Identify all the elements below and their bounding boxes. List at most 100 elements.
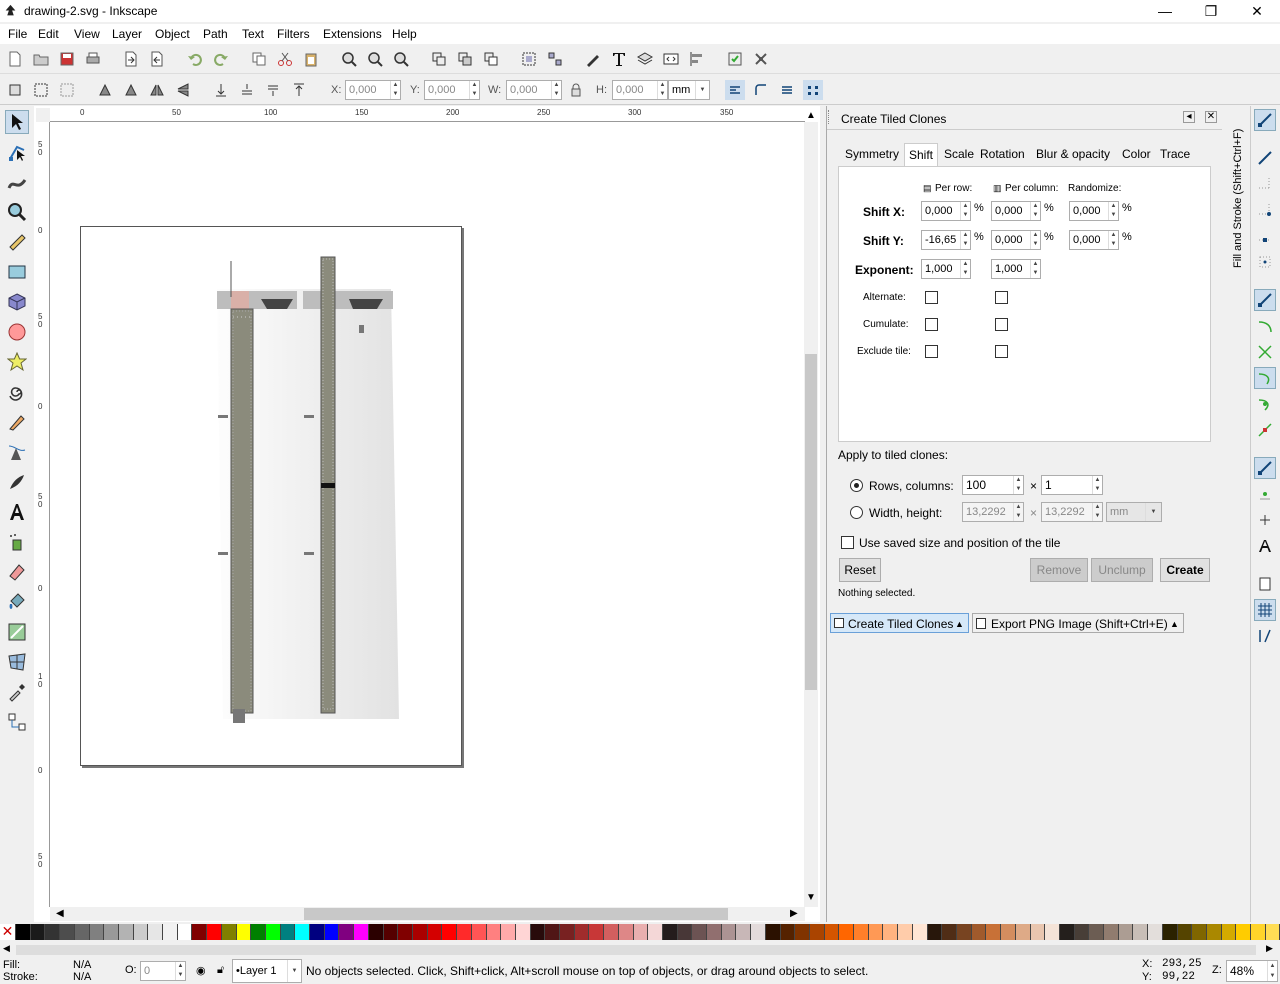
color-swatch[interactable]	[280, 924, 296, 940]
tweak-tool-icon[interactable]	[5, 170, 29, 194]
color-swatch[interactable]	[457, 924, 472, 940]
spin-arrows[interactable]: ▲ ▼	[1013, 503, 1023, 521]
color-swatch[interactable]	[1265, 924, 1280, 940]
color-swatch[interactable]	[251, 924, 266, 940]
w-spin-arrows[interactable]: ▲ ▼	[551, 81, 561, 99]
color-swatch[interactable]	[677, 924, 693, 940]
menu-layer[interactable]: Layer	[112, 27, 142, 41]
paint-bucket-tool-icon[interactable]	[5, 590, 29, 614]
menu-filters[interactable]: Filters	[277, 27, 310, 41]
snap-path-intersections-icon[interactable]	[1254, 341, 1276, 363]
snap-toggle-icon[interactable]	[1254, 109, 1276, 131]
maximize-button[interactable]: ❐	[1188, 0, 1234, 22]
width-height-radio[interactable]	[850, 506, 863, 519]
chevron-down-icon[interactable]: ▼	[287, 960, 301, 982]
scroll-left-icon[interactable]: ◀	[56, 908, 64, 919]
menu-text[interactable]: Text	[242, 27, 264, 41]
scale-corners-icon[interactable]	[751, 80, 771, 100]
mesh-tool-icon[interactable]	[5, 650, 29, 674]
color-swatch[interactable]	[957, 924, 972, 940]
wh-unit-select[interactable]: mm ▼	[1106, 502, 1162, 522]
x-spin-arrows[interactable]: ▲ ▼	[390, 81, 400, 99]
transform-gradients-icon[interactable]	[777, 80, 797, 100]
rotate-ccw-icon[interactable]	[95, 80, 115, 100]
color-swatch[interactable]	[618, 924, 634, 940]
3d-box-tool-icon[interactable]	[5, 290, 29, 314]
copy-icon[interactable]	[249, 49, 269, 69]
color-swatch[interactable]	[854, 924, 869, 940]
shift-x-randomize-input[interactable]: 0,000 ▲ ▼	[1069, 201, 1119, 221]
export-icon[interactable]	[147, 49, 167, 69]
palette-scroll-thumb[interactable]	[16, 945, 1256, 955]
color-swatch[interactable]	[310, 924, 325, 940]
group-icon[interactable]	[519, 49, 539, 69]
color-swatch[interactable]	[1192, 924, 1207, 940]
snap-text-baseline-icon[interactable]	[1254, 535, 1276, 557]
snap-others-icon[interactable]	[1254, 457, 1276, 479]
zoom-selection-icon[interactable]	[339, 49, 359, 69]
height-input[interactable]: 13,2292 ▲ ▼	[1041, 502, 1103, 522]
lower-to-bottom-icon[interactable]	[211, 80, 231, 100]
color-swatch[interactable]	[265, 924, 281, 940]
select-all-layers-icon[interactable]	[31, 80, 51, 100]
w-input[interactable]: 0,000 ▲ ▼	[506, 80, 562, 100]
select-all-icon[interactable]	[5, 80, 25, 100]
color-swatch[interactable]	[368, 924, 384, 940]
color-swatch[interactable]	[207, 924, 222, 940]
text-tool-icon[interactable]	[5, 500, 29, 524]
fill-stroke-side-tab[interactable]: Fill and Stroke (Shift+Ctrl+F)	[1228, 112, 1246, 276]
clone-icon[interactable]	[455, 49, 475, 69]
dropper-tool-icon[interactable]	[5, 680, 29, 704]
color-swatch[interactable]	[221, 924, 237, 940]
layer-select[interactable]: •Layer 1 ▼	[232, 959, 302, 983]
h-spin-arrows[interactable]: ▲ ▼	[657, 81, 667, 99]
lower-icon[interactable]	[237, 80, 257, 100]
color-swatch[interactable]	[809, 924, 825, 940]
zoom-tool-icon[interactable]	[5, 200, 29, 224]
color-swatch[interactable]	[1059, 924, 1075, 940]
duplicate-icon[interactable]	[429, 49, 449, 69]
spray-tool-icon[interactable]	[5, 530, 29, 554]
snap-guides-icon[interactable]	[1254, 625, 1276, 647]
dock-tab-export-png[interactable]: Export PNG Image (Shift+Ctrl+E) ▲	[972, 613, 1184, 633]
vertical-scroll-thumb[interactable]	[805, 354, 817, 690]
color-swatch[interactable]	[471, 924, 487, 940]
color-swatch[interactable]	[765, 924, 781, 940]
spin-arrows[interactable]: ▲ ▼	[1092, 503, 1102, 521]
fill-stroke-icon[interactable]	[583, 49, 603, 69]
menu-file[interactable]: File	[8, 27, 27, 41]
color-swatch[interactable]	[1162, 924, 1178, 940]
menu-extensions[interactable]: Extensions	[323, 27, 382, 41]
rectangle-tool-icon[interactable]	[5, 260, 29, 284]
color-swatch[interactable]	[692, 924, 708, 940]
color-swatch[interactable]	[89, 924, 105, 940]
y-input[interactable]: 0,000 ▲ ▼	[424, 80, 480, 100]
remove-button[interactable]: Remove	[1030, 558, 1088, 582]
drawing-artwork[interactable]	[81, 227, 463, 767]
scroll-up-icon[interactable]: ▲	[806, 110, 816, 121]
save-icon[interactable]	[57, 49, 77, 69]
color-swatch[interactable]	[927, 924, 943, 940]
snap-cusp-nodes-icon[interactable]	[1254, 367, 1276, 389]
color-swatch[interactable]	[104, 924, 119, 940]
close-button[interactable]: ✕	[1234, 0, 1280, 22]
color-swatch[interactable]	[839, 924, 855, 940]
snap-bbox-midpoint-icon[interactable]	[1254, 225, 1276, 247]
selector-tool-icon[interactable]	[5, 110, 29, 134]
color-swatch[interactable]	[1206, 924, 1222, 940]
chevron-down-icon[interactable]: ▼	[1145, 503, 1161, 521]
spin-arrows[interactable]: ▲ ▼	[960, 202, 970, 220]
cut-icon[interactable]	[275, 49, 295, 69]
color-swatch[interactable]	[1104, 924, 1119, 940]
y-spin-arrows[interactable]: ▲ ▼	[469, 81, 479, 99]
color-swatch[interactable]	[912, 924, 928, 940]
menu-help[interactable]: Help	[392, 27, 417, 41]
preferences-icon[interactable]	[725, 49, 745, 69]
color-swatch[interactable]	[560, 924, 575, 940]
layers-icon[interactable]	[635, 49, 655, 69]
scroll-left-icon[interactable]: ◀	[3, 943, 10, 954]
transform-patterns-icon[interactable]	[803, 80, 823, 100]
scroll-down-icon[interactable]: ▼	[806, 892, 816, 903]
columns-input[interactable]: 1 ▲ ▼	[1041, 475, 1103, 495]
color-swatch[interactable]	[986, 924, 1002, 940]
